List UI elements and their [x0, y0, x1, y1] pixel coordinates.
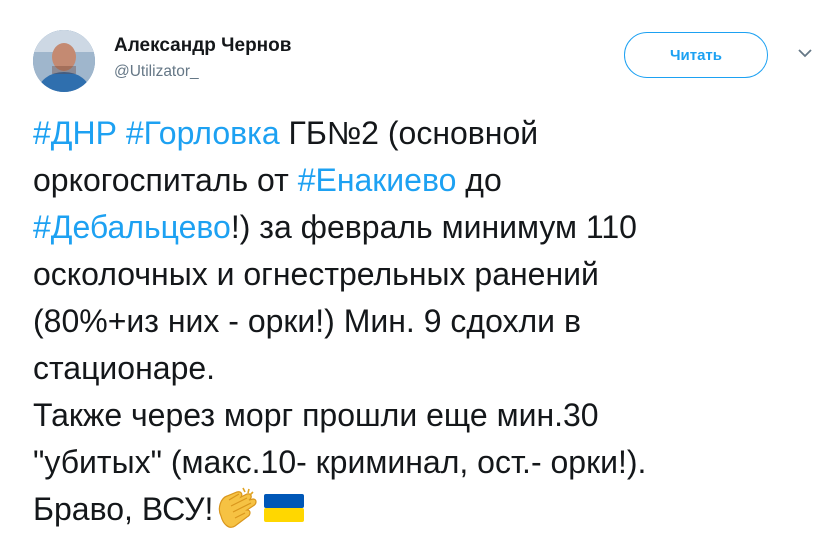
tweet-text: #ДНР #Горловка ГБ№2 (основной оркогоспита… — [33, 110, 823, 533]
tweet-text-segment: Также через морг прошли еще мин.30 — [33, 397, 599, 433]
avatar-photo — [33, 30, 95, 92]
tweet-text-segment: !) за февраль минимум 110 — [230, 209, 637, 245]
clapping-hands-icon — [219, 487, 257, 528]
ukraine-flag-icon — [264, 493, 305, 522]
tweet-line: #ДНР #Горловка ГБ№2 (основной — [33, 110, 823, 157]
tweet-line: "убитых" (макс.10- криминал, ост.- орки!… — [33, 439, 823, 486]
tweet-text-segment: до — [456, 162, 502, 198]
hashtag-link[interactable]: #ДНР — [33, 115, 117, 151]
avatar[interactable] — [33, 30, 95, 92]
follow-button-label: Читать — [669, 46, 723, 64]
tweet-text-segment: Браво, ВСУ! — [33, 491, 214, 527]
follow-button[interactable]: Читать — [624, 32, 768, 78]
hashtag-link[interactable]: #Дебальцево — [33, 209, 231, 245]
hashtag-link[interactable]: #Горловка — [126, 115, 280, 151]
tweet-line: (80%+из них - орки!) Мин. 9 сдохли в — [33, 298, 823, 345]
tweet-line: #Дебальцево!) за февраль минимум 110 — [33, 204, 823, 251]
tweet-text-segment — [117, 115, 126, 151]
tweet-text-segment: ГБ№2 (основной — [279, 115, 539, 151]
chevron-down-icon[interactable] — [796, 46, 814, 60]
tweet-line: Также через морг прошли еще мин.30 — [33, 392, 823, 439]
tweet-line: стационаре. — [33, 345, 823, 392]
tweet-text-segment: (80%+из них - орки!) Мин. 9 сдохли в — [33, 303, 581, 339]
author-handle[interactable]: @Utilizator_ — [114, 63, 199, 81]
tweet-line: оркогоспиталь от #Енакиево до — [33, 157, 823, 204]
tweet-text-segment: "убитых" (макс.10- криминал, ост.- орки!… — [33, 444, 647, 480]
author-name[interactable]: Александр Чернов — [114, 35, 291, 57]
tweet-text-segment: осколочных и огнестрельных ранений — [33, 256, 599, 292]
hashtag-link[interactable]: #Енакиево — [298, 162, 457, 198]
tweet-line: осколочных и огнестрельных ранений — [33, 251, 823, 298]
tweet-text-segment: оркогоспиталь от — [33, 162, 298, 198]
tweet-text-segment: стационаре. — [33, 350, 216, 386]
tweet-line: Браво, ВСУ! — [33, 486, 823, 533]
